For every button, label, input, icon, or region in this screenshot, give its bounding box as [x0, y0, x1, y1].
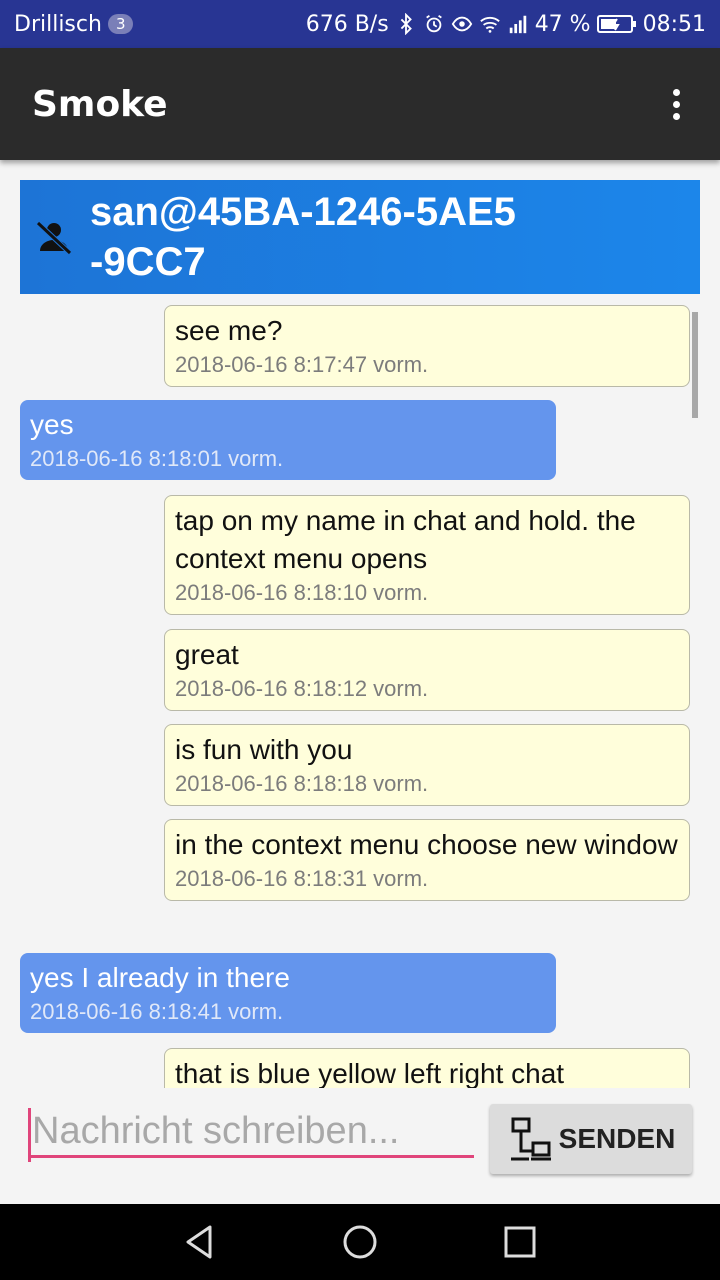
person-off-icon	[36, 221, 72, 255]
message-text: in the context menu choose new window	[175, 829, 678, 860]
message-incoming[interactable]: yes I already in there 2018-06-16 8:18:4…	[20, 953, 556, 1033]
recents-icon[interactable]	[500, 1222, 540, 1262]
message-outgoing[interactable]: in the context menu choose new window 20…	[164, 819, 690, 901]
composer: SENDEN	[0, 1088, 720, 1204]
message-timestamp: 2018-06-16 8:18:10 vorm.	[175, 580, 429, 605]
message-outgoing[interactable]: is fun with you 2018-06-16 8:18:18 vorm.	[164, 724, 690, 806]
navigation-bar	[0, 1204, 720, 1280]
app-bar: Smoke	[0, 48, 720, 160]
app-title: Smoke	[32, 83, 168, 125]
message-text: see me?	[175, 315, 283, 346]
message-outgoing[interactable]: see me? 2018-06-16 8:17:47 vorm.	[164, 305, 690, 387]
message-timestamp: 2018-06-16 8:18:01 vorm.	[30, 446, 284, 471]
battery-percent: 47 %	[534, 11, 591, 37]
clock: 08:51	[642, 11, 706, 37]
contact-name: san@45BA-1246-5AE5 -9CC7	[90, 190, 516, 284]
text-cursor	[28, 1108, 31, 1162]
message-timestamp: 2018-06-16 8:18:12 vorm.	[175, 676, 429, 701]
network-icon	[510, 1117, 551, 1161]
send-button[interactable]: SENDEN	[490, 1104, 692, 1174]
message-timestamp: 2018-06-16 8:18:31 vorm.	[175, 866, 429, 891]
alarm-icon	[423, 13, 445, 35]
message-timestamp: 2018-06-16 8:18:41 vorm.	[30, 999, 284, 1024]
message-text: yes I already in there	[30, 962, 290, 993]
message-text: great	[175, 639, 239, 670]
message-outgoing[interactable]: tap on my name in chat and hold. the con…	[164, 495, 690, 615]
message-timestamp: 2018-06-16 8:17:47 vorm.	[175, 352, 429, 377]
carrier: Drillisch 3	[14, 11, 134, 37]
message-list[interactable]: see me? 2018-06-16 8:17:47 vorm. yes 201…	[0, 300, 720, 1088]
signal-icon	[507, 13, 529, 35]
message-text: yes	[30, 409, 74, 440]
status-bar: Drillisch 3 676 B/s 47 % 08:51	[0, 0, 720, 48]
more-vert-icon[interactable]	[664, 80, 688, 128]
notification-count-badge: 3	[107, 14, 134, 34]
message-text: is fun with you	[175, 734, 353, 765]
battery-charging-icon	[596, 13, 637, 35]
net-speed: 676 B/s	[305, 11, 389, 37]
message-outgoing[interactable]: great 2018-06-16 8:18:12 vorm.	[164, 629, 690, 711]
message-timestamp: 2018-06-16 8:18:18 vorm.	[175, 771, 429, 796]
message-input[interactable]	[28, 1108, 474, 1158]
wifi-icon	[479, 13, 501, 35]
home-icon[interactable]	[340, 1222, 380, 1262]
contact-header[interactable]: san@45BA-1246-5AE5 -9CC7	[20, 180, 700, 294]
message-incoming[interactable]: yes 2018-06-16 8:18:01 vorm.	[20, 400, 556, 480]
back-icon[interactable]	[180, 1222, 220, 1262]
eye-icon	[451, 13, 473, 35]
bluetooth-icon	[395, 13, 417, 35]
status-icons: 676 B/s 47 % 08:51	[306, 12, 706, 37]
send-label: SENDEN	[558, 1123, 676, 1154]
message-text: that is blue yellow left right chat	[175, 1058, 565, 1088]
message-outgoing[interactable]: that is blue yellow left right chat	[164, 1048, 690, 1088]
scrollbar[interactable]	[692, 312, 698, 418]
carrier-name: Drillisch	[14, 11, 102, 37]
message-text: tap on my name in chat and hold. the con…	[175, 505, 636, 574]
